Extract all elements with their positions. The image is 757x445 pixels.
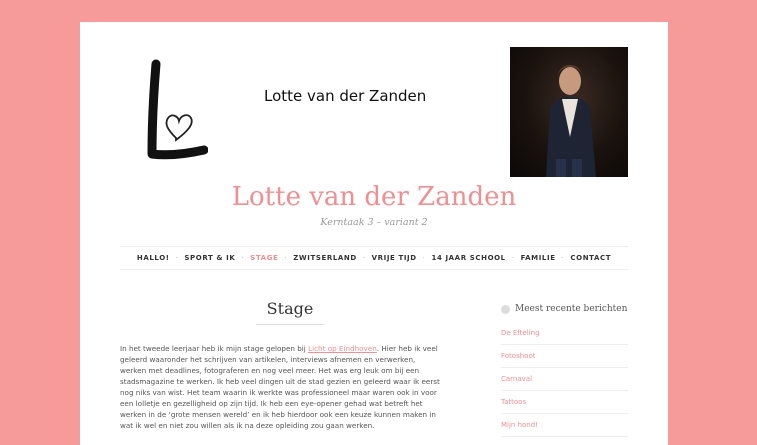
post-line: werken in de ‘grote mensen wereld’ en ik… <box>120 410 436 419</box>
recent-post-link[interactable]: Carnaval <box>501 368 628 391</box>
recent-posts-heading: Meest recente berichten <box>501 304 641 314</box>
post-text: . Hier heb ik veel <box>376 344 438 353</box>
recent-post-link[interactable]: Fotoshoot <box>501 345 628 368</box>
site-title[interactable]: Lotte van der Zanden <box>80 182 668 212</box>
post-line: een lolletje en gezelligheid op zijn tij… <box>120 399 423 408</box>
site-description: Kerntaak 3 – variant 2 <box>320 217 428 228</box>
licht-op-eindhoven-link[interactable]: Licht op Eindhoven <box>308 344 377 353</box>
profile-photo <box>510 47 628 177</box>
logo-text: Lotte van der Zanden <box>264 87 427 105</box>
post-line: nog niks van wist. Het team waarin ik we… <box>120 388 437 397</box>
main-navigation: HALLO! · SPORT & IK · STAGE · ZWITSERLAN… <box>120 246 628 270</box>
recent-post-link[interactable]: Tattoos <box>501 391 628 414</box>
recent-post-link[interactable]: Mijn hond! <box>501 414 628 437</box>
logo-l-heart-icon[interactable] <box>138 58 208 168</box>
nav-item-stage[interactable]: STAGE <box>244 254 284 262</box>
nav-item-vrije-tijd[interactable]: VRIJE TIJD <box>366 254 423 262</box>
recent-posts-list: De Efteling Fotoshoot Carnaval Tattoos M… <box>501 322 628 437</box>
recent-post-link[interactable]: De Efteling <box>501 322 628 345</box>
post-line: wat ik wel en niet zou willen als ik na … <box>120 421 375 430</box>
nav-item-familie[interactable]: FAMILIE <box>515 254 562 262</box>
post-line: werken met deadlines, fotograferen en no… <box>120 366 420 375</box>
title-divider <box>256 324 324 325</box>
post-line: In het tweede leerjaar heb ik mijn stage… <box>120 343 480 354</box>
post-line: geleerd waaronder het schrijven van arti… <box>120 355 416 364</box>
nav-item-contact[interactable]: CONTACT <box>564 254 617 262</box>
person-image <box>546 65 596 177</box>
post-line: stadsmagazine te werken. Ik heb veel din… <box>120 377 440 386</box>
nav-item-zwitserland[interactable]: ZWITSERLAND <box>287 254 363 262</box>
post-text: In het tweede leerjaar heb ik mijn stage… <box>120 344 309 353</box>
post-title: Stage <box>266 299 314 318</box>
nav-item-14-jaar-school[interactable]: 14 JAAR SCHOOL <box>425 254 511 262</box>
nav-item-hallo[interactable]: HALLO! <box>131 254 176 262</box>
page-container: Lotte van der Zanden Lotte van der Zande… <box>80 22 668 445</box>
recent-posts-title: Meest recente berichten <box>515 304 628 314</box>
widget-bullet-icon <box>501 304 510 314</box>
nav-item-sport-ik[interactable]: SPORT & IK <box>178 254 241 262</box>
post-content: In het tweede leerjaar heb ik mijn stage… <box>120 343 480 431</box>
